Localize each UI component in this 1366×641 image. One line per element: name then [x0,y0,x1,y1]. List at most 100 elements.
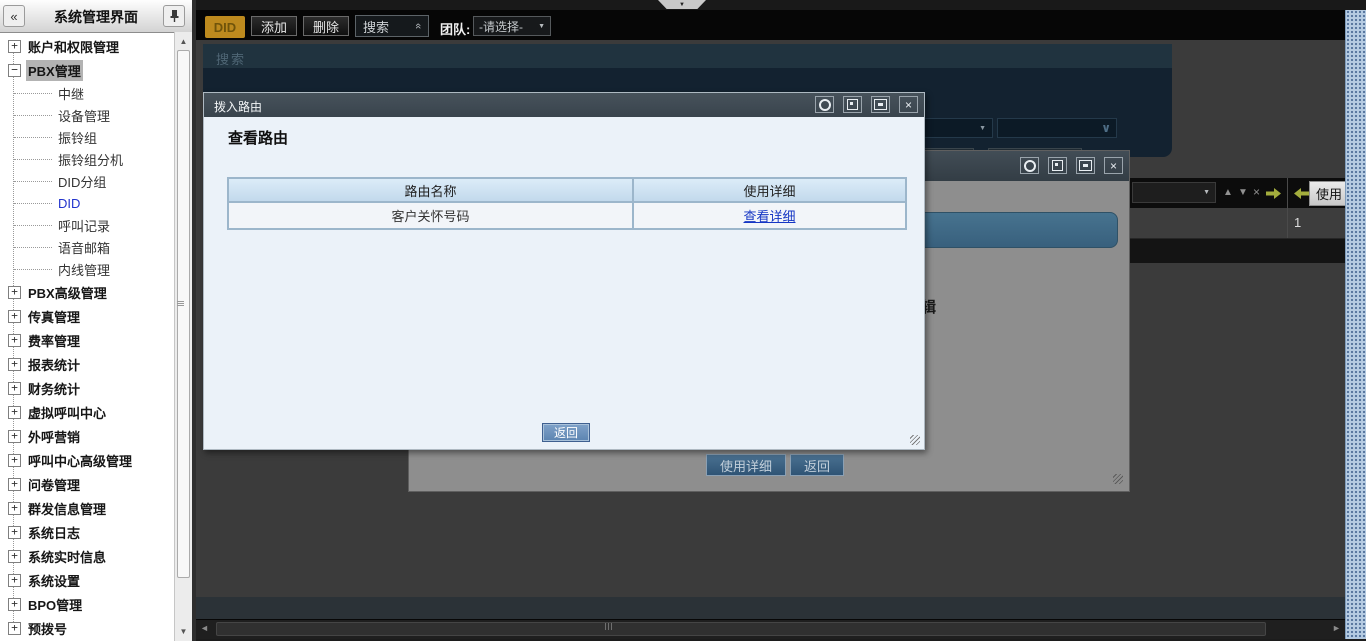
sidebar-item[interactable]: −PBX管理 [0,58,174,82]
sidebar-subitem-label[interactable]: 语音邮箱 [58,238,110,257]
expand-plus-icon[interactable]: + [8,406,21,419]
sidebar-item-label[interactable]: 系统实时信息 [26,546,108,567]
sidebar-item[interactable]: + 系统日志 [0,520,174,544]
restore-icon[interactable] [1076,157,1095,174]
sidebar-item-label[interactable]: 群发信息管理 [26,498,108,519]
sidebar-subitem[interactable]: 振铃组分机 [0,148,174,170]
sidebar-scrollbar-thumb[interactable] [177,50,190,578]
expand-plus-icon[interactable]: + [8,334,21,347]
sidebar-item[interactable]: + 呼叫中心高级管理 [0,448,174,472]
horizontal-scrollbar-thumb[interactable] [216,622,1266,636]
expand-plus-icon[interactable]: + [8,286,21,299]
sidebar-subitem-label[interactable]: DID分组 [58,172,106,191]
dialog-titlebar[interactable]: 拨入路由 × [204,93,924,117]
expand-plus-icon[interactable]: + [8,40,21,53]
sidebar-item-label[interactable]: PBX管理 [26,60,83,81]
collapse-minus-icon[interactable]: − [8,64,21,77]
close-icon[interactable]: × [899,96,918,113]
sort-descending-icon[interactable]: ▼ [1238,187,1248,198]
east-pane-toggler-strip[interactable] [1345,10,1366,639]
sidebar-item-label[interactable]: 呼叫中心高级管理 [26,450,134,471]
sidebar-subitem[interactable]: 语音邮箱 [0,236,174,258]
add-button[interactable]: 添加 [251,16,297,36]
sidebar-item-label[interactable]: 账户和权限管理 [26,36,121,57]
sort-clear-icon[interactable]: × [1253,185,1260,199]
expand-plus-icon[interactable]: + [8,526,21,539]
expand-plus-icon[interactable]: + [8,454,21,467]
sidebar-subitem-label[interactable]: 振铃组分机 [58,150,123,169]
tab-did[interactable]: DID [205,16,245,38]
sidebar-subitem[interactable]: 振铃组 [0,126,174,148]
scroll-right-icon[interactable]: ► [1332,623,1341,633]
sidebar-item-label[interactable]: 外呼营销 [26,426,82,447]
sidebar-subitem[interactable]: DID [0,192,174,214]
sidebar-subitem-label[interactable]: DID [58,196,80,211]
expand-plus-icon[interactable]: + [8,502,21,515]
sidebar-subitem[interactable]: 中继 [0,82,174,104]
team-select[interactable]: -请选择- ▼ [473,16,551,36]
grid-filter-select[interactable]: ▼ [1132,182,1216,203]
grid-row[interactable]: 1 [1128,208,1345,239]
sidebar-pin-button[interactable] [163,5,185,27]
scroll-down-icon[interactable]: ▼ [177,625,190,638]
expand-plus-icon[interactable]: + [8,358,21,371]
sidebar-subitem[interactable]: 呼叫记录 [0,214,174,236]
sidebar-scrollbar[interactable]: ▲ ▼ [174,32,192,641]
sidebar-item[interactable]: + 财务统计 [0,376,174,400]
sidebar-item-label[interactable]: 传真管理 [26,306,82,327]
view-detail-link[interactable]: 查看详细 [743,206,795,225]
sidebar-item-label[interactable]: 系统日志 [26,522,82,543]
sidebar-item[interactable]: + 传真管理 [0,304,174,328]
sidebar-subitem-label[interactable]: 中继 [58,84,84,103]
sidebar-item-label[interactable]: 预拨号 [26,618,69,639]
expand-plus-icon[interactable]: + [8,574,21,587]
window-back-button[interactable]: 返回 [790,454,844,476]
expand-plus-icon[interactable]: + [8,622,21,635]
search-toggle-button[interactable]: 搜索 « [355,15,429,37]
sidebar-item[interactable]: +BPO管理 [0,592,174,616]
horizontal-scrollbar[interactable]: ◄ ► [196,619,1345,639]
move-right-icon[interactable] [1266,186,1281,204]
close-icon[interactable]: × [1104,157,1123,174]
sidebar-subitem[interactable]: DID分组 [0,170,174,192]
move-left-icon[interactable] [1294,186,1309,204]
delete-button[interactable]: 删除 [303,16,349,36]
dialog-back-button[interactable]: 返回 [542,423,590,442]
scroll-up-icon[interactable]: ▲ [177,35,190,48]
sort-ascending-icon[interactable]: ▲ [1223,187,1233,198]
sidebar-subitem-label[interactable]: 内线管理 [58,260,110,279]
sidebar-item[interactable]: +问卷管理 [0,472,174,496]
sidebar-item[interactable]: + 外呼营销 [0,424,174,448]
did-group-combo[interactable]: ∨ [997,118,1117,138]
expand-plus-icon[interactable]: + [8,550,21,563]
usage-detail-button[interactable]: 使用详细 [706,454,786,476]
ring-icon[interactable] [1020,157,1039,174]
sidebar-subitem-label[interactable]: 设备管理 [58,106,110,125]
restore-icon[interactable] [871,96,890,113]
sidebar-subitem-label[interactable]: 呼叫记录 [58,216,110,235]
sidebar-item[interactable]: + 群发信息管理 [0,496,174,520]
expand-plus-icon[interactable]: + [8,310,21,323]
maximize-icon[interactable] [843,96,862,113]
sidebar-item[interactable]: + 费率管理 [0,328,174,352]
sidebar-subitem[interactable]: 内线管理 [0,258,174,280]
sidebar-item-label[interactable]: 系统设置 [26,570,82,591]
scroll-left-icon[interactable]: ◄ [200,623,209,633]
expand-plus-icon[interactable]: + [8,382,21,395]
resize-grip-icon[interactable] [910,435,920,445]
ring-icon[interactable] [815,96,834,113]
expand-plus-icon[interactable]: + [8,430,21,443]
sidebar-subitem[interactable]: 设备管理 [0,104,174,126]
expand-plus-icon[interactable]: + [8,478,21,491]
sidebar-item-label[interactable]: PBX高级管理 [26,282,109,303]
sidebar-item[interactable]: + 系统实时信息 [0,544,174,568]
sidebar-subitem-label[interactable]: 振铃组 [58,128,97,147]
sidebar-item-label[interactable]: 财务统计 [26,378,82,399]
sidebar-item[interactable]: +报表统计 [0,352,174,376]
sidebar-item-label[interactable]: 费率管理 [26,330,82,351]
sidebar-item[interactable]: + 预拨号 [0,616,174,640]
sidebar-item[interactable]: + 系统设置 [0,568,174,592]
sidebar-item-label[interactable]: 虚拟呼叫中心 [26,402,108,423]
use-column-header[interactable]: 使用 [1309,181,1349,206]
resize-grip-icon[interactable] [1113,474,1123,484]
